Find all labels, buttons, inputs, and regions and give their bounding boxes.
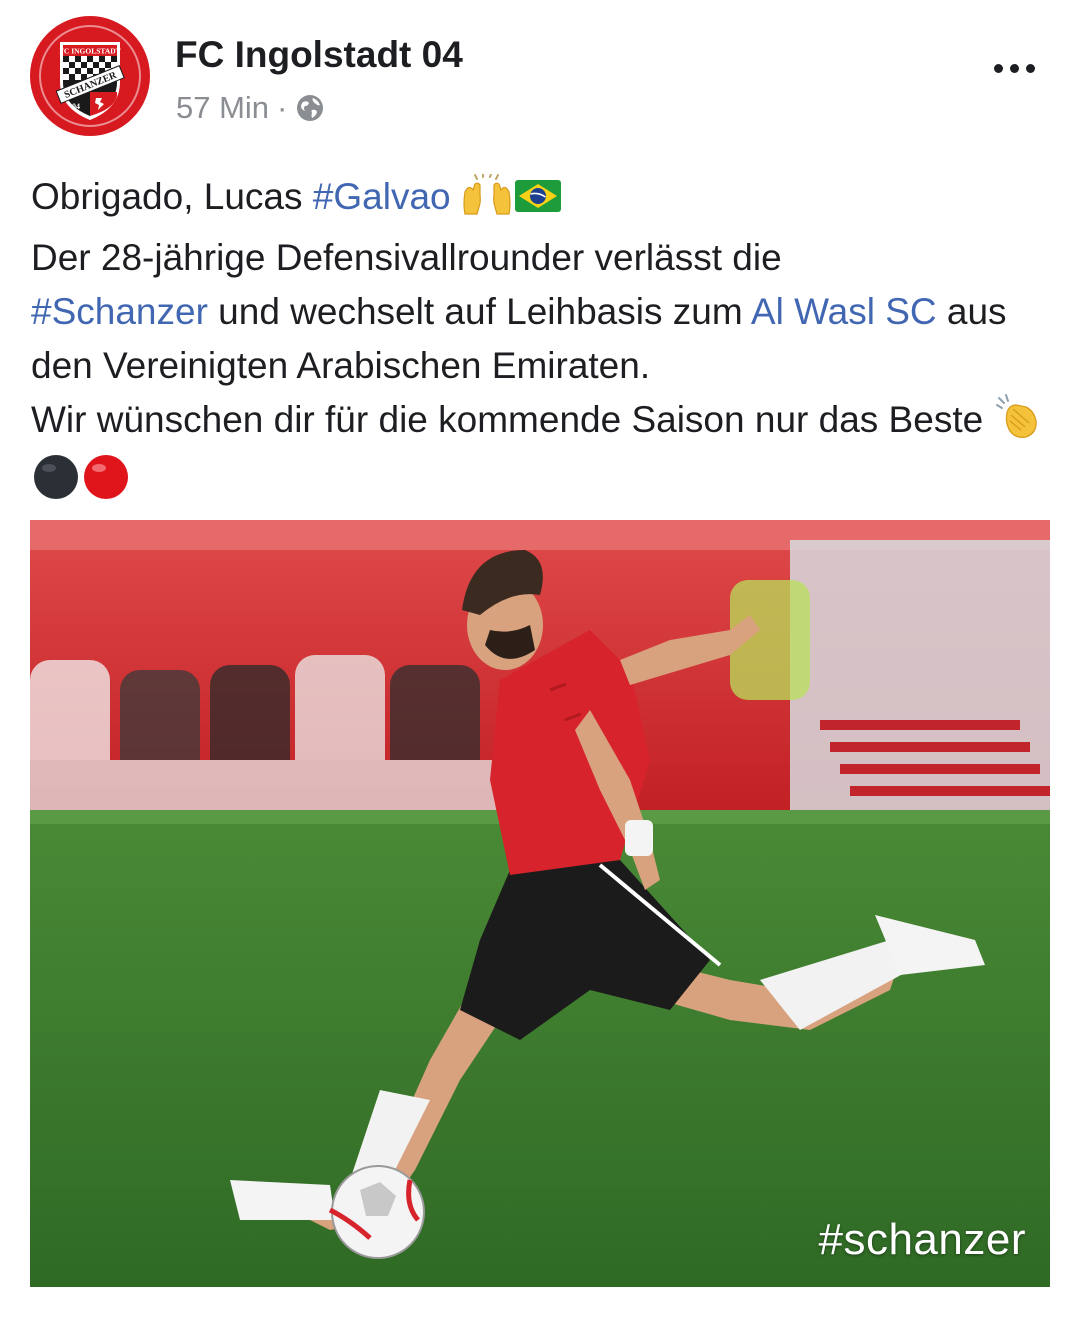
- photo-watermark: #schanzer: [818, 1215, 1026, 1264]
- post-line-1: Obrigado, Lucas #Galvao: [31, 170, 1051, 231]
- logo-top-text: FC INGOLSTADT: [59, 47, 120, 56]
- more-dot: [1025, 63, 1035, 73]
- post-header: FC INGOLSTADT SCHANZER 04 FC Ingolstadt …: [0, 0, 1080, 150]
- red-circle-emoji: [81, 454, 131, 515]
- post-time[interactable]: 57 Min: [176, 90, 269, 126]
- post-line-2: Der 28-jährige Defensivallrounder verläs…: [31, 237, 782, 278]
- page-avatar[interactable]: FC INGOLSTADT SCHANZER 04: [30, 16, 150, 136]
- brazil-flag-emoji: [513, 176, 563, 231]
- club-logo: FC INGOLSTADT SCHANZER 04: [32, 18, 148, 134]
- post-line-5: Wir wünschen dir für die kommende Saison…: [31, 393, 1051, 515]
- globe-icon: [295, 93, 325, 123]
- black-circle-emoji: [31, 454, 81, 515]
- post-text: Obrigado, Lucas #Galvao Der 28-jährige D…: [31, 170, 1051, 515]
- more-horizontal-icon: [993, 63, 1003, 73]
- al-wasl-link[interactable]: Al Wasl SC: [751, 291, 937, 332]
- page-name[interactable]: FC Ingolstadt 04: [175, 34, 463, 76]
- football-player-image: [30, 520, 1050, 1287]
- text-obrigado: Obrigado, Lucas: [31, 176, 313, 217]
- hashtag-schanzer-link[interactable]: #Schanzer: [31, 291, 208, 332]
- post-meta: 57 Min ·: [176, 90, 325, 126]
- hashtag-galvao-link[interactable]: #Galvao: [313, 176, 451, 217]
- raising-hands-emoji: [461, 173, 513, 231]
- text-middle: und wechselt auf Leihbasis zum: [207, 291, 751, 332]
- more-dot: [1009, 63, 1019, 73]
- post-line-3: #Schanzer und wechselt auf Leihbasis zum…: [31, 285, 1051, 393]
- logo-year-text: 04: [72, 102, 80, 111]
- meta-separator: ·: [277, 90, 288, 125]
- football: [328, 1165, 425, 1259]
- post-photo[interactable]: #schanzer: [30, 520, 1050, 1287]
- clapping-hands-emoji: [993, 393, 1043, 454]
- more-options-button[interactable]: [982, 48, 1046, 88]
- text-wishes: Wir wünschen dir für die kommende Saison…: [31, 399, 994, 440]
